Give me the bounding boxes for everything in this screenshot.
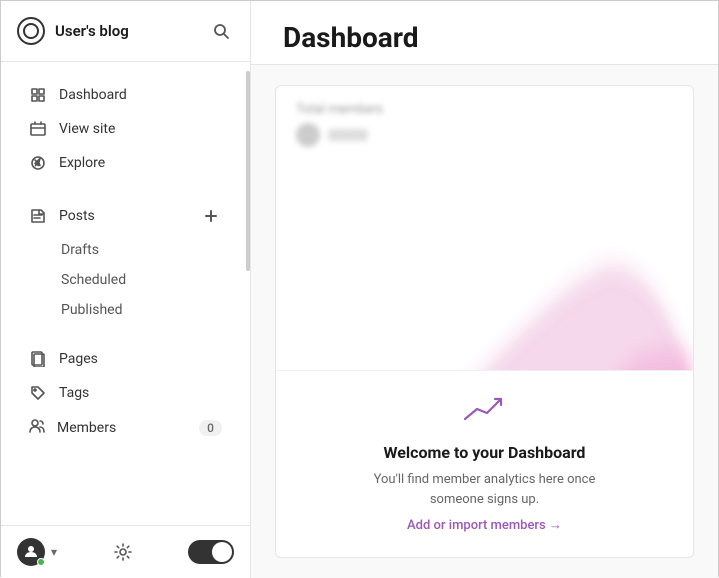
avatar <box>17 538 45 566</box>
trend-icon-area <box>461 391 509 431</box>
welcome-description: You'll find member analytics here once s… <box>355 470 615 509</box>
sidebar: User's blog Dashboard <box>1 1 251 578</box>
view-site-icon <box>29 120 47 138</box>
sidebar-item-scheduled[interactable]: Scheduled <box>9 265 242 295</box>
brand-logo-area[interactable]: User's blog <box>17 17 129 45</box>
sidebar-item-dashboard-label: Dashboard <box>59 87 127 103</box>
card-label: Total members <box>296 102 673 117</box>
sidebar-item-explore-label: Explore <box>59 155 105 171</box>
sidebar-item-drafts[interactable]: Drafts <box>9 235 242 265</box>
brand-logo <box>17 17 45 45</box>
avatar-icon <box>24 544 38 561</box>
main-header: Dashboard <box>251 1 718 65</box>
dashboard-card: Total members <box>275 85 694 558</box>
pages-label: Pages <box>59 351 98 367</box>
user-avatar-area[interactable]: ▾ <box>17 538 57 566</box>
toggle-knob <box>212 542 232 562</box>
sidebar-item-posts[interactable]: Posts <box>9 197 242 235</box>
members-badge: 0 <box>199 420 222 436</box>
dashboard-icon <box>29 86 47 104</box>
page-title: Dashboard <box>283 21 686 54</box>
card-value-line <box>328 129 368 141</box>
card-value-row <box>296 123 673 147</box>
theme-toggle[interactable] <box>188 540 234 564</box>
sidebar-scrollbar[interactable] <box>246 71 250 271</box>
posts-icon <box>29 207 47 225</box>
sidebar-item-view-site-label: View site <box>59 121 115 137</box>
sidebar-item-tags[interactable]: Tags <box>9 376 242 410</box>
tags-icon <box>29 384 47 402</box>
drafts-label: Drafts <box>61 242 99 258</box>
brand-logo-inner <box>23 23 39 39</box>
sidebar-header: User's blog <box>1 1 250 62</box>
add-post-button[interactable] <box>200 205 222 227</box>
search-icon <box>212 22 230 40</box>
main-content: Dashboard Total members <box>251 1 718 578</box>
members-icon <box>29 418 45 438</box>
sidebar-item-explore[interactable]: Explore <box>9 146 242 180</box>
card-stats-blurred: Total members <box>276 86 693 155</box>
add-members-link[interactable]: Add or import members → <box>407 517 562 533</box>
posts-label: Posts <box>59 208 95 224</box>
sidebar-nav: Dashboard View site Explore <box>1 62 250 525</box>
brand-name: User's blog <box>55 22 129 40</box>
search-button[interactable] <box>208 18 234 44</box>
members-label: Members <box>57 420 116 436</box>
sidebar-footer: ▾ <box>1 525 250 578</box>
online-dot <box>37 558 45 566</box>
scheduled-label: Scheduled <box>61 272 126 288</box>
sidebar-item-view-site[interactable]: View site <box>9 112 242 146</box>
pages-icon <box>29 350 47 368</box>
plus-icon <box>203 208 219 224</box>
card-value-circle <box>296 123 320 147</box>
main-body: Total members <box>251 65 718 578</box>
gear-icon <box>113 542 133 562</box>
welcome-title: Welcome to your Dashboard <box>384 443 586 462</box>
published-label: Published <box>61 302 122 318</box>
sidebar-item-pages[interactable]: Pages <box>9 342 242 376</box>
settings-button[interactable] <box>113 542 133 562</box>
sidebar-item-members[interactable]: Members 0 <box>9 410 242 446</box>
sidebar-item-published[interactable]: Published <box>9 295 242 325</box>
explore-icon <box>29 154 47 172</box>
chevron-down-icon: ▾ <box>51 545 57 559</box>
welcome-overlay: Welcome to your Dashboard You'll find me… <box>276 370 693 557</box>
tags-label: Tags <box>59 385 89 401</box>
sidebar-item-dashboard[interactable]: Dashboard <box>9 78 242 112</box>
trend-up-icon <box>461 391 509 427</box>
